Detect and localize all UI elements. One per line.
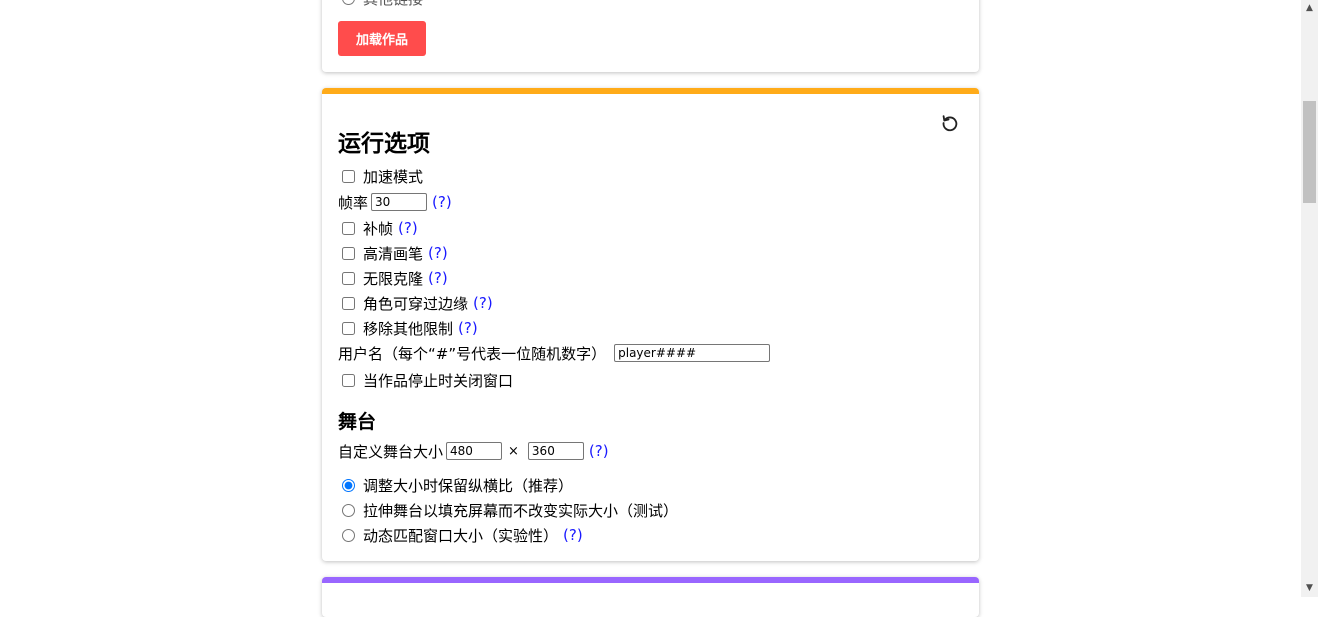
hq-pen-checkbox[interactable] xyxy=(342,246,355,260)
keep-aspect-option[interactable]: 调整大小时保留纵横比（推荐） xyxy=(338,473,573,497)
framerate-input[interactable] xyxy=(371,193,428,211)
scroll-down-arrow-icon[interactable]: ▼ xyxy=(1301,580,1318,597)
turbo-label: 加速模式 xyxy=(363,167,424,186)
framerate-help-link[interactable]: (?) xyxy=(432,193,452,211)
dynamic-resize-help-link[interactable]: (?) xyxy=(563,526,583,544)
username-input[interactable] xyxy=(614,344,771,362)
hq-pen-label: 高清画笔 xyxy=(363,244,424,263)
keep-aspect-radio[interactable] xyxy=(342,478,355,492)
close-on-stop-option[interactable]: 当作品停止时关闭窗口 xyxy=(338,368,513,392)
stage-heading: 舞台 xyxy=(338,411,377,433)
close-on-stop-label: 当作品停止时关闭窗口 xyxy=(363,371,514,390)
username-label: 用户名（每个“#”号代表一位随机数字） xyxy=(338,344,607,363)
interpolation-checkbox[interactable] xyxy=(342,221,355,235)
scroll-up-arrow-icon[interactable]: ▲ xyxy=(1301,0,1318,17)
fencing-option[interactable]: 角色可穿过边缘 (?) xyxy=(338,291,493,315)
run-options-title: 运行选项 xyxy=(338,131,430,157)
remove-limits-help-link[interactable]: (?) xyxy=(458,319,478,337)
scroll-thumb[interactable] xyxy=(1303,101,1316,203)
infinite-clones-option[interactable]: 无限克隆 (?) xyxy=(338,266,448,290)
dynamic-resize-option[interactable]: 动态匹配窗口大小（实验性） (?) xyxy=(338,523,583,547)
stage-size-option: 自定义舞台大小 × (?) xyxy=(338,439,609,463)
framerate-option: 帧率 (?) xyxy=(338,190,452,214)
infinite-clones-checkbox[interactable] xyxy=(342,271,355,285)
dynamic-resize-radio[interactable] xyxy=(342,528,355,542)
load-project-button[interactable]: 加载作品 xyxy=(338,21,426,56)
times-sign: × xyxy=(508,443,519,459)
stretch-label: 拉伸舞台以填充屏幕而不改变实际大小（测试） xyxy=(363,501,679,520)
stretch-radio[interactable] xyxy=(342,503,355,517)
reset-button[interactable] xyxy=(939,112,961,134)
framerate-label: 帧率 xyxy=(338,193,369,212)
turbo-option[interactable]: 加速模式 xyxy=(338,164,423,188)
remove-limits-label: 移除其他限制 xyxy=(363,319,454,338)
infinite-clones-help-link[interactable]: (?) xyxy=(428,269,448,287)
infinite-clones-label: 无限克隆 xyxy=(363,269,424,288)
hq-pen-option[interactable]: 高清画笔 (?) xyxy=(338,241,448,265)
page-scrollbar[interactable]: ▲ ▼ xyxy=(1301,0,1318,597)
close-on-stop-checkbox[interactable] xyxy=(342,373,355,387)
stage-size-help-link[interactable]: (?) xyxy=(589,442,609,460)
other-link-radio[interactable] xyxy=(342,0,355,5)
dynamic-resize-label: 动态匹配窗口大小（实验性） xyxy=(363,526,559,545)
run-options-card: 运行选项 加速模式 帧率 (?) 补帧 (?) 高清画笔 (?) 无限克隆 (?… xyxy=(322,88,979,561)
load-project-card: 其他链接 加载作品 xyxy=(322,0,979,72)
fencing-checkbox[interactable] xyxy=(342,296,355,310)
other-link-label: 其他链接 xyxy=(363,0,423,9)
stage-width-input[interactable] xyxy=(446,442,503,460)
stage-size-label: 自定义舞台大小 xyxy=(338,442,444,461)
hq-pen-help-link[interactable]: (?) xyxy=(428,244,448,262)
fencing-help-link[interactable]: (?) xyxy=(473,294,493,312)
turbo-checkbox[interactable] xyxy=(342,169,355,183)
fencing-label: 角色可穿过边缘 xyxy=(363,294,469,313)
remove-limits-option[interactable]: 移除其他限制 (?) xyxy=(338,316,478,340)
interpolation-help-link[interactable]: (?) xyxy=(398,219,418,237)
stage-height-input[interactable] xyxy=(527,442,584,460)
keep-aspect-label: 调整大小时保留纵横比（推荐） xyxy=(363,476,574,495)
reset-icon xyxy=(942,115,958,132)
next-options-card xyxy=(322,577,979,617)
username-option: 用户名（每个“#”号代表一位随机数字） xyxy=(338,341,771,365)
stretch-option[interactable]: 拉伸舞台以填充屏幕而不改变实际大小（测试） xyxy=(338,498,678,522)
interpolation-label: 补帧 xyxy=(363,219,394,238)
remove-limits-checkbox[interactable] xyxy=(342,321,355,335)
interpolation-option[interactable]: 补帧 (?) xyxy=(338,216,418,240)
other-link-option[interactable]: 其他链接 xyxy=(342,0,423,9)
